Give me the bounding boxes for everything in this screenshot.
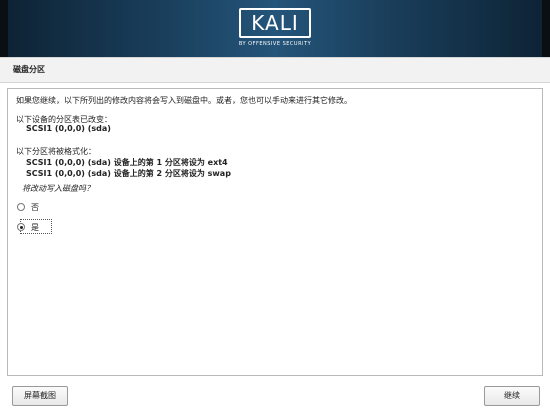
banner-edge-right	[542, 0, 550, 57]
option-yes-radio[interactable]	[17, 223, 25, 231]
format-label: 以下分区将被格式化：	[16, 147, 96, 156]
button-bar: 屏幕截图 继续	[0, 378, 550, 414]
kali-logo-subtitle: BY OFFENSIVE SECURITY	[238, 41, 312, 47]
kali-logo: KALI	[239, 8, 311, 38]
format-item: SCSI1 (0,0,0) (sda) 设备上的第 2 分区将设为 swap	[26, 169, 231, 178]
changed-device: SCSI1 (0,0,0) (sda)	[26, 124, 111, 133]
installer-window: KALI BY OFFENSIVE SECURITY 磁盘分区 如果您继续，以下…	[0, 0, 550, 414]
option-yes-label[interactable]: 是	[31, 222, 39, 233]
content-panel: 如果您继续，以下所列出的修改内容将会写入到磁盘中。或者，您也可以手动来进行其它修…	[7, 88, 543, 376]
screenshot-button[interactable]: 屏幕截图	[12, 386, 68, 406]
format-item: SCSI1 (0,0,0) (sda) 设备上的第 1 分区将设为 ext4	[26, 158, 228, 167]
option-no-radio[interactable]	[17, 203, 25, 211]
question-text: 将改动写入磁盘吗？	[22, 184, 94, 193]
intro-text: 如果您继续，以下所列出的修改内容将会写入到磁盘中。或者，您也可以手动来进行其它修…	[16, 96, 352, 105]
continue-button[interactable]: 继续	[484, 386, 540, 406]
page-title: 磁盘分区	[0, 57, 550, 83]
kali-banner: KALI BY OFFENSIVE SECURITY	[0, 0, 550, 57]
option-no-label[interactable]: 否	[31, 202, 39, 213]
banner-edge-left	[0, 0, 8, 57]
